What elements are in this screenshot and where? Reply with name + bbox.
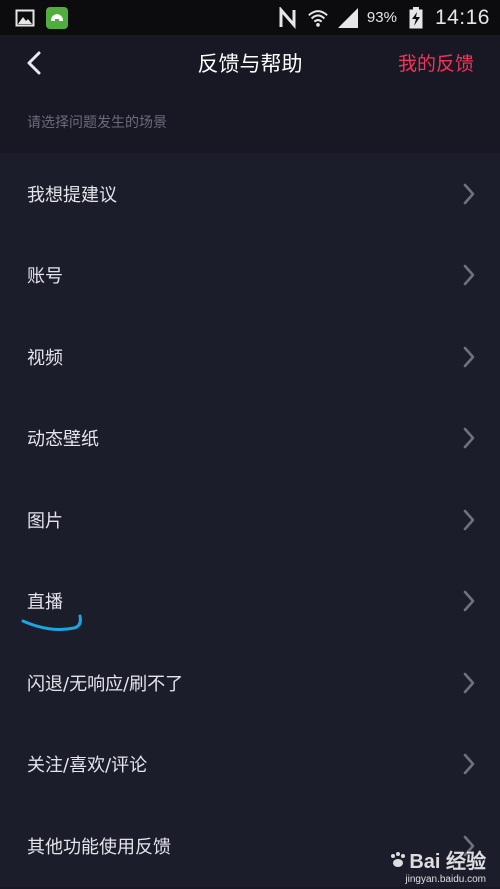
list-item-label: 闪退/无响应/刷不了	[27, 673, 184, 695]
list-item-label: 图片	[27, 510, 63, 532]
paw-icon	[391, 851, 406, 867]
list-item-live-stream[interactable]: 直播	[0, 561, 500, 643]
list-item-label: 我想提建议	[27, 184, 117, 206]
scene-list: 我想提建议 账号 视频 动态壁纸 图片 直播 闪退/无响应/刷不了 关注/喜欢/…	[0, 153, 500, 887]
signal-icon	[337, 7, 359, 29]
section-hint: 请选择问题发生的场景	[27, 114, 167, 131]
chevron-right-icon	[462, 508, 476, 532]
nfc-icon	[277, 6, 299, 29]
list-item-label: 视频	[27, 347, 63, 369]
list-item-crash[interactable]: 闪退/无响应/刷不了	[0, 642, 500, 724]
my-feedback-link[interactable]: 我的反馈	[398, 49, 474, 76]
status-bar: 93% 14:16	[0, 0, 500, 35]
chevron-right-icon	[462, 426, 476, 450]
chevron-right-icon	[462, 182, 476, 206]
chevron-right-icon	[462, 752, 476, 776]
header: 反馈与帮助 我的反馈	[0, 35, 500, 90]
chevron-right-icon	[462, 345, 476, 369]
chevron-right-icon	[462, 263, 476, 287]
list-item-label: 关注/喜欢/评论	[27, 755, 148, 777]
list-item-follow-like-comment[interactable]: 关注/喜欢/评论	[0, 724, 500, 806]
watermark-brand-text: Bai 经验	[409, 851, 486, 873]
list-item-suggestion[interactable]: 我想提建议	[0, 153, 500, 235]
baidu-jingyan-watermark: Bai 经验 jingyan.baidu.com	[389, 845, 486, 885]
list-item-label: 账号	[27, 266, 63, 288]
watermark-url: jingyan.baidu.com	[405, 874, 486, 885]
chevron-right-icon	[462, 589, 476, 613]
app-notification-icon	[46, 6, 68, 29]
list-item-picture[interactable]: 图片	[0, 479, 500, 561]
watermark-brand: Bai 经验	[389, 845, 486, 874]
chevron-right-icon	[462, 671, 476, 695]
status-bar-left	[14, 6, 68, 29]
list-item-label: 动态壁纸	[27, 429, 99, 451]
battery-percent: 93%	[366, 9, 397, 26]
list-item-account[interactable]: 账号	[0, 235, 500, 317]
list-item-video[interactable]: 视频	[0, 316, 500, 398]
status-bar-right: 93% 14:16	[277, 6, 490, 30]
annotation-underline	[21, 614, 82, 631]
battery-icon	[405, 6, 427, 29]
list-item-live-wallpaper[interactable]: 动态壁纸	[0, 398, 500, 480]
list-item-label: 其他功能使用反馈	[27, 836, 171, 858]
clock: 14:16	[434, 5, 490, 29]
gallery-icon	[14, 7, 36, 29]
wifi-icon	[307, 7, 329, 29]
